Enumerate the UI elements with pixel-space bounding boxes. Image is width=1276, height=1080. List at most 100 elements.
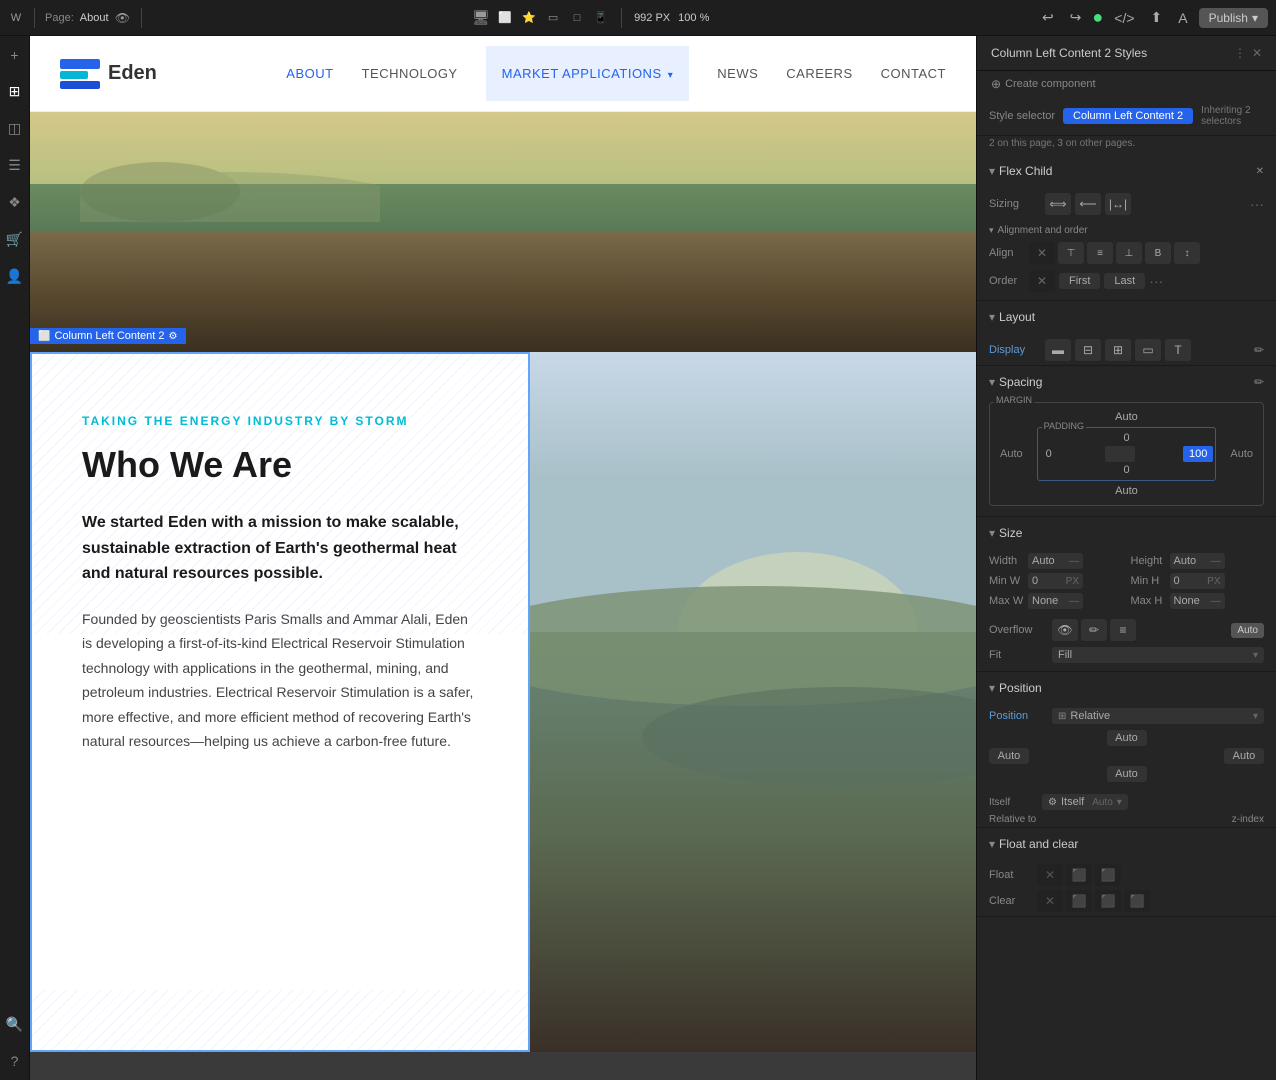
content-body-wrapper: TAKING THE ENERGY INDUSTRY BY STORM Who …: [82, 394, 478, 754]
align-stretch-btn[interactable]: ↕: [1174, 242, 1200, 264]
zoom-level: 100 %: [678, 12, 709, 24]
padding-top-val[interactable]: 0: [1123, 432, 1129, 444]
margin-right-val[interactable]: Auto: [1230, 448, 1253, 460]
sizing-shrink-grow-btn[interactable]: ⟺: [1045, 193, 1071, 215]
monitor-icon[interactable]: ⬜: [497, 10, 513, 26]
max-w-input[interactable]: None—: [1028, 593, 1083, 609]
float-x-btn[interactable]: ✕: [1037, 864, 1063, 886]
style-tag[interactable]: Column Left Content 2: [1063, 108, 1193, 124]
padding-right-val[interactable]: 100: [1183, 446, 1213, 462]
float-right-btn[interactable]: ⬛: [1095, 864, 1121, 886]
min-w-input[interactable]: 0PX: [1028, 573, 1083, 589]
itself-gear-icon: ⚙: [1048, 797, 1057, 808]
clear-both-btn[interactable]: ⬛: [1124, 890, 1150, 912]
display-flex-btn[interactable]: ⊟: [1075, 339, 1101, 361]
sidebar-add-icon[interactable]: +: [7, 44, 21, 66]
sidebar-users-icon[interactable]: 👤: [3, 265, 26, 288]
align-bottom-btn[interactable]: ⊥: [1116, 242, 1142, 264]
sidebar-layers-icon[interactable]: ⊞: [6, 80, 24, 103]
max-w-label: Max W: [989, 595, 1024, 607]
nav-link-about[interactable]: ABOUT: [286, 66, 333, 81]
laptop-starred-icon[interactable]: ⭐: [521, 10, 537, 26]
position-header[interactable]: Position: [977, 672, 1276, 704]
position-type-row: Position ⊞ Relative ▾: [977, 704, 1276, 728]
clear-x-btn[interactable]: ✕: [1037, 890, 1063, 912]
pos-bottom-val[interactable]: Auto: [1107, 766, 1147, 782]
display-text-btn[interactable]: T: [1165, 339, 1191, 361]
top-toolbar: W Page: About 👁 🖥 ⬜ ⭐ ▭ □ 📱 992 PX 100 %…: [0, 0, 1276, 36]
sidebar-help-icon[interactable]: ?: [8, 1050, 22, 1072]
code-button[interactable]: </>: [1109, 8, 1139, 28]
desktop-icon[interactable]: 🖥: [473, 10, 489, 26]
sizing-icons: ⟺ ⟵ |↔|: [1045, 193, 1244, 215]
sidebar-search-icon[interactable]: 🔍: [3, 1013, 26, 1036]
sizing-fixed-btn[interactable]: |↔|: [1105, 193, 1131, 215]
padding-bottom-val[interactable]: 0: [1123, 464, 1129, 476]
align-top-btn[interactable]: ⊤: [1058, 242, 1084, 264]
nav-link-technology[interactable]: TECHNOLOGY: [362, 66, 458, 81]
width-input[interactable]: Auto—: [1028, 553, 1083, 569]
align-center-btn[interactable]: ≡: [1087, 242, 1113, 264]
sidebar-pages-icon[interactable]: ☰: [5, 154, 24, 177]
pos-left-val[interactable]: Auto: [989, 748, 1029, 764]
size-header[interactable]: Size: [977, 517, 1276, 549]
create-component-button[interactable]: ⊕ Create component: [977, 71, 1276, 97]
layout-edit-btn[interactable]: ✏: [1254, 343, 1264, 357]
sizing-more-btn[interactable]: ···: [1250, 196, 1264, 212]
nav-link-careers[interactable]: CAREERS: [786, 66, 852, 81]
clear-left-btn[interactable]: ⬛: [1066, 890, 1092, 912]
panel-collapse-icon[interactable]: ✕: [1252, 46, 1262, 60]
min-h-input[interactable]: 0PX: [1170, 573, 1225, 589]
pos-top-val[interactable]: Auto: [1107, 730, 1147, 746]
itself-select[interactable]: ⚙ Itself Auto ▾: [1042, 794, 1128, 810]
padding-left-val[interactable]: 0: [1040, 446, 1058, 462]
align-baseline-btn[interactable]: B: [1145, 242, 1171, 264]
order-x-btn[interactable]: ✕: [1029, 270, 1055, 292]
fit-select[interactable]: Fill ▾: [1052, 647, 1264, 663]
margin-bottom-val[interactable]: Auto: [1115, 485, 1138, 497]
settings-icon[interactable]: ⚙: [169, 331, 178, 342]
font-button[interactable]: A: [1173, 8, 1192, 28]
square-icon[interactable]: □: [569, 10, 585, 26]
layout-header[interactable]: Layout: [977, 301, 1276, 333]
sizing-shrink-btn[interactable]: ⟵: [1075, 193, 1101, 215]
panel-options-icon[interactable]: ⋮: [1234, 46, 1246, 60]
redo-button[interactable]: ↪: [1065, 7, 1087, 28]
phone-icon[interactable]: 📱: [593, 10, 609, 26]
share-button[interactable]: ⬆: [1146, 7, 1168, 28]
flex-child-expand-icon[interactable]: ✕: [1256, 166, 1264, 177]
pos-right-val[interactable]: Auto: [1224, 748, 1264, 764]
toolbar-separator: [34, 8, 35, 28]
display-inline-btn[interactable]: ▭: [1135, 339, 1161, 361]
order-last-btn[interactable]: Last: [1104, 273, 1145, 289]
nav-link-market[interactable]: MARKET APPLICATIONS ▾: [486, 46, 690, 101]
float-left-btn[interactable]: ⬛: [1066, 864, 1092, 886]
ipad-icon[interactable]: ▭: [545, 10, 561, 26]
flex-child-header[interactable]: Flex Child ✕: [977, 155, 1276, 187]
align-x-btn[interactable]: ✕: [1029, 242, 1055, 264]
overflow-hidden-btn[interactable]: ✏: [1081, 619, 1107, 641]
publish-button[interactable]: Publish ▾: [1199, 8, 1268, 28]
height-input[interactable]: Auto—: [1170, 553, 1225, 569]
sidebar-assets-icon[interactable]: ◫: [5, 117, 24, 140]
margin-left-val[interactable]: Auto: [1000, 448, 1023, 460]
order-first-btn[interactable]: First: [1059, 273, 1100, 289]
sidebar-ecommerce-icon[interactable]: 🛒: [3, 228, 26, 251]
margin-top-val[interactable]: Auto: [1115, 411, 1138, 423]
display-grid-btn[interactable]: ⊞: [1105, 339, 1131, 361]
overflow-scroll-btn[interactable]: ≡: [1110, 619, 1136, 641]
min-h-unit: PX: [1207, 576, 1220, 587]
spacing-edit-btn[interactable]: ✏: [1254, 375, 1264, 389]
nav-link-news[interactable]: NEWS: [717, 66, 758, 81]
float-clear-header[interactable]: Float and clear: [977, 828, 1276, 860]
nav-link-contact[interactable]: CONTACT: [881, 66, 946, 81]
position-select[interactable]: ⊞ Relative ▾: [1052, 708, 1264, 724]
display-block-btn[interactable]: ▬: [1045, 339, 1071, 361]
order-more-btn[interactable]: ···: [1149, 273, 1163, 289]
clear-right-btn[interactable]: ⬛: [1095, 890, 1121, 912]
sidebar-components-icon[interactable]: ❖: [5, 191, 24, 214]
spacing-header[interactable]: Spacing ✏: [977, 366, 1276, 398]
max-h-input[interactable]: None—: [1170, 593, 1225, 609]
overflow-visible-btn[interactable]: 👁: [1052, 619, 1078, 641]
undo-button[interactable]: ↩: [1037, 7, 1059, 28]
